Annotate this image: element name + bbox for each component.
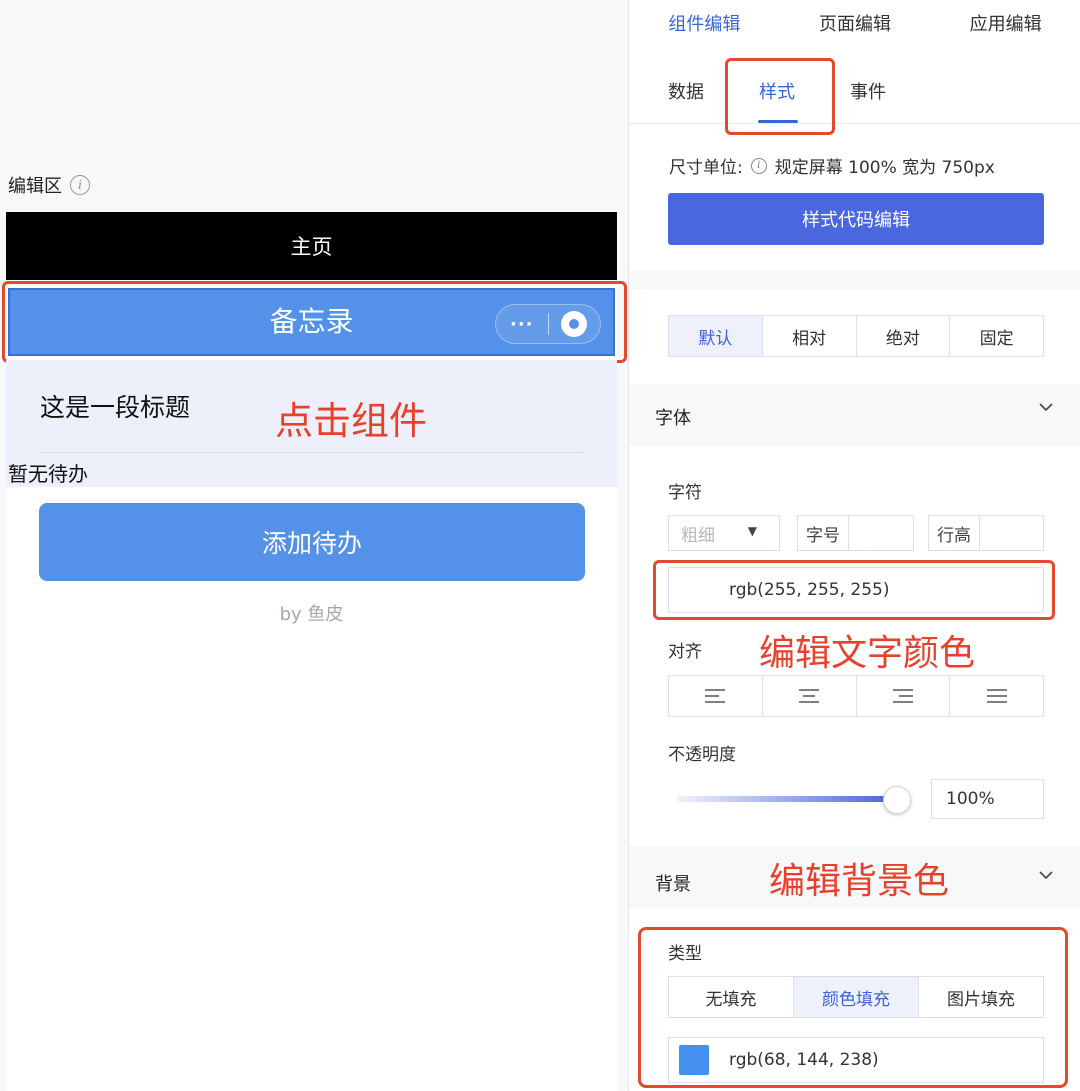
- chevron-down-icon[interactable]: [1037, 866, 1055, 884]
- phone-title: 主页: [290, 235, 333, 259]
- align-left-icon: [705, 689, 726, 703]
- background-highlight: [638, 927, 1068, 1088]
- phone-title-bar: 主页: [6, 212, 617, 280]
- size-unit-description: 规定屏幕 100% 宽为 750px: [774, 158, 995, 178]
- divider: [40, 452, 583, 453]
- line-height-input[interactable]: 行高: [928, 515, 1044, 551]
- position-absolute[interactable]: 绝对: [856, 316, 951, 356]
- annotation-edit-bg-color: 编辑背景色: [769, 861, 950, 902]
- font-weight-placeholder: 粗细: [681, 525, 715, 546]
- annotation-edit-text-color: 编辑文字颜色: [759, 633, 976, 674]
- selection-highlight: [2, 281, 627, 363]
- annotation-click-component: 点击组件: [275, 399, 428, 443]
- tab-data[interactable]: 数据: [668, 78, 704, 104]
- size-unit-row: 尺寸单位: i 规定屏幕 100% 宽为 750px: [669, 153, 995, 178]
- opacity-input[interactable]: 100%: [931, 779, 1044, 819]
- editor-label: 编辑区 i: [8, 172, 90, 198]
- font-size-prefix: 字号: [798, 516, 849, 550]
- font-weight-select[interactable]: 粗细 ▼: [668, 515, 780, 551]
- position-relative[interactable]: 相对: [762, 316, 857, 356]
- section-gap: [629, 271, 1080, 289]
- text-color-highlight: [653, 560, 1055, 620]
- empty-state-text: 暂无待办: [8, 462, 88, 486]
- tab-component-edit[interactable]: 组件编辑: [629, 0, 780, 56]
- align-right-icon: [892, 689, 913, 703]
- chevron-down-icon[interactable]: [1037, 398, 1055, 416]
- section-title: 这是一段标题: [40, 393, 191, 422]
- phone-preview: 主页 备忘录 ··· 这是一段标题 暂无待办 添加待办 by 鱼皮: [2, 212, 627, 1091]
- tab-event[interactable]: 事件: [850, 78, 886, 104]
- position-fixed[interactable]: 固定: [950, 316, 1043, 356]
- style-tab-highlight: [725, 58, 835, 135]
- align-center-button[interactable]: [762, 676, 857, 716]
- opacity-label: 不透明度: [668, 745, 736, 765]
- opacity-slider-track[interactable]: [677, 796, 897, 802]
- align-justify-icon: [986, 689, 1007, 703]
- font-size-input[interactable]: 字号: [797, 515, 914, 551]
- tab-page-edit[interactable]: 页面编辑: [780, 0, 931, 56]
- caret-down-icon: ▼: [747, 524, 757, 538]
- editor-area: 编辑区 i 主页 备忘录 ··· 这是一段标题 暂无待办 添加待办 by 鱼皮 …: [0, 0, 628, 1091]
- info-icon[interactable]: i: [70, 175, 90, 195]
- position-mode-group: 默认 相对 绝对 固定: [668, 315, 1044, 357]
- align-justify-button[interactable]: [950, 676, 1043, 716]
- top-tabs: 组件编辑 页面编辑 应用编辑: [629, 0, 1080, 56]
- align-label: 对齐: [668, 642, 702, 662]
- align-right-button[interactable]: [856, 676, 951, 716]
- add-todo-button[interactable]: 添加待办: [39, 503, 585, 581]
- align-center-icon: [799, 689, 820, 703]
- char-label: 字符: [668, 483, 702, 503]
- opacity-slider[interactable]: [677, 786, 911, 814]
- opacity-value: 100%: [946, 789, 995, 809]
- editor-label-text: 编辑区: [8, 176, 62, 197]
- tab-app-edit[interactable]: 应用编辑: [930, 0, 1080, 56]
- opacity-slider-thumb[interactable]: [883, 786, 911, 814]
- text-align-group: [668, 675, 1044, 717]
- background-section-title: 背景: [655, 874, 691, 895]
- font-section-header[interactable]: 字体: [629, 384, 1080, 446]
- align-left-button[interactable]: [669, 676, 763, 716]
- property-panel: 组件编辑 页面编辑 应用编辑 数据 样式 事件 尺寸单位: i 规定屏幕 100…: [628, 0, 1080, 1091]
- byline-text: by 鱼皮: [279, 604, 344, 625]
- position-default[interactable]: 默认: [669, 316, 763, 356]
- info-icon[interactable]: i: [750, 157, 767, 174]
- font-section-title: 字体: [655, 408, 691, 429]
- size-unit-label: 尺寸单位:: [669, 158, 743, 178]
- line-height-prefix: 行高: [929, 516, 980, 550]
- sub-tabs: 数据 样式 事件: [629, 64, 1080, 124]
- style-code-edit-button[interactable]: 样式代码编辑: [668, 193, 1044, 245]
